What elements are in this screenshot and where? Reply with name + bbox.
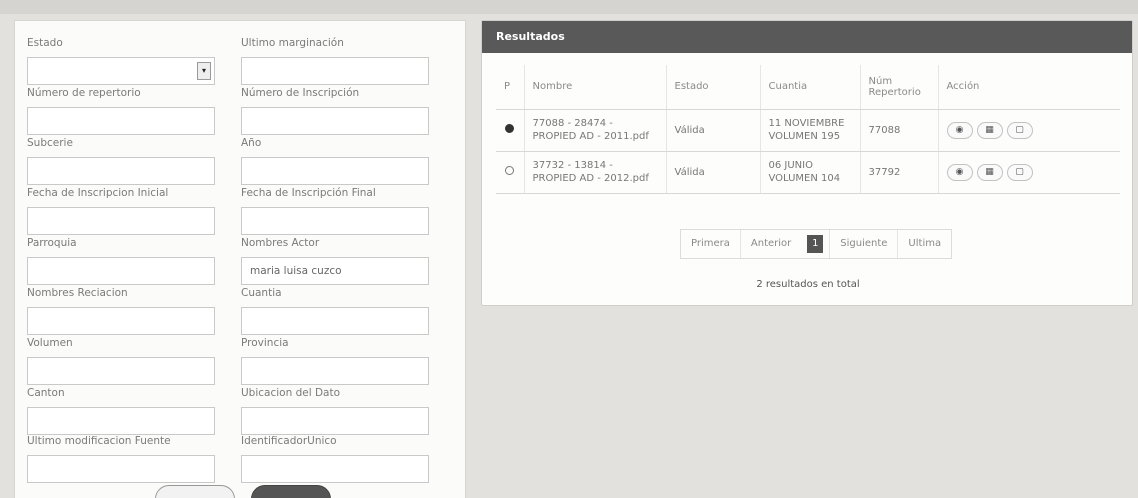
parroquia-input[interactable] [27,257,215,285]
estado-label: Estado [27,37,63,49]
fecha-inicial-label: Fecha de Inscripcion Inicial [27,187,169,199]
document-icon[interactable]: ▢ [1006,163,1033,181]
anio-field: Año [241,135,429,185]
fecha-final-label: Fecha de Inscripción Final [241,187,376,199]
row-radio[interactable] [505,165,515,175]
top-strip [0,0,1138,14]
results-total: 2 resultados en total [756,279,860,290]
fecha-final-field: Fecha de Inscripción Final [241,185,429,235]
ultimo-marginacion-label: Ultimo marginación [241,37,344,49]
results-panel: Resultados P Nombre Estado Cuantia Núm R… [481,20,1133,306]
fecha-inicial-field: Fecha de Inscripcion Inicial [27,185,215,235]
volumen-label: Volumen [27,337,73,349]
calendar-icon[interactable]: ▦ [976,121,1003,139]
numero-repertorio-field: Número de repertorio [27,85,215,135]
row-actions: ◉ ▦ ▢ [937,151,1120,194]
subcerie-input[interactable] [27,157,215,185]
search-form-panel: Estado ▾ Ultimo marginación Número de re… [14,20,466,498]
volumen-field: Volumen [27,335,215,385]
canton-input[interactable] [27,407,215,435]
results-table: P Nombre Estado Cuantia Núm Repertorio A… [496,65,1120,194]
ultimo-modificacion-input[interactable] [27,455,215,483]
ubicacion-dato-label: Ubicacion del Dato [241,387,341,399]
row-estado: Válida [665,151,760,194]
identificador-unico-field: IdentificadorUnico [241,433,429,483]
numero-inscripcion-input[interactable] [241,107,429,135]
calendar-icon[interactable]: ▦ [976,163,1003,181]
estado-select[interactable]: ▾ [27,57,215,85]
canton-label: Canton [27,387,65,399]
row-actions: ◉ ▦ ▢ [937,109,1120,152]
provincia-label: Provincia [241,337,289,349]
search-button[interactable] [251,485,331,498]
row-radio[interactable] [505,123,515,133]
pagination-next[interactable]: Siguiente [829,230,897,258]
nombres-reciacion-input[interactable] [27,307,215,335]
cuantia-input[interactable] [241,307,429,335]
nombres-reciacion-field: Nombres Reciacion [27,285,215,335]
table-row[interactable]: 37732 - 13814 - PROPIED AD - 2012.pdf Vá… [496,151,1120,194]
row-cuantia: 11 NOVIEMBRE VOLUMEN 195 [759,109,860,152]
table-row[interactable]: 77088 - 28474 - PROPIED AD - 2011.pdf Vá… [496,109,1120,152]
provincia-input[interactable] [241,357,429,385]
pagination-current[interactable]: 1 [807,235,824,253]
ultimo-marginacion-field: Ultimo marginación [241,35,429,85]
anio-label: Año [241,137,262,149]
ubicacion-dato-input[interactable] [241,407,429,435]
volumen-input[interactable] [27,357,215,385]
row-nombre: 37732 - 13814 - PROPIED AD - 2012.pdf [523,151,666,194]
ubicacion-dato-field: Ubicacion del Dato [241,385,429,435]
fecha-inicial-input[interactable] [27,207,215,235]
fecha-final-input[interactable] [241,207,429,235]
eye-icon[interactable]: ◉ [946,121,973,139]
provincia-field: Provincia [241,335,429,385]
clear-button[interactable] [155,485,235,498]
parroquia-label: Parroquia [27,237,77,249]
pagination-prev[interactable]: Anterior [739,230,801,258]
column-header-cuantia: Cuantia [759,65,860,110]
nombres-actor-field: Nombres Actor maria luisa cuzco [241,235,429,285]
eye-icon[interactable]: ◉ [946,163,973,181]
cuantia-field: Cuantia [241,285,429,335]
row-cuantia: 06 JUNIO VOLUMEN 104 [759,151,860,194]
pagination-first[interactable]: Primera [681,230,740,258]
column-header-repertorio: Núm Repertorio [859,65,938,110]
chevron-down-icon[interactable]: ▾ [197,62,211,80]
row-estado: Válida [665,109,760,152]
ultimo-marginacion-input[interactable] [241,57,429,85]
document-icon[interactable]: ▢ [1006,121,1033,139]
canton-field: Canton [27,385,215,435]
numero-repertorio-input[interactable] [27,107,215,135]
row-repertorio: 37792 [859,151,938,194]
anio-input[interactable] [241,157,429,185]
table-header-row: P Nombre Estado Cuantia Núm Repertorio A… [496,65,1120,110]
numero-repertorio-label: Número de repertorio [27,87,141,99]
nombres-actor-input[interactable]: maria luisa cuzco [241,257,429,285]
identificador-unico-input[interactable] [241,455,429,483]
identificador-unico-label: IdentificadorUnico [241,435,337,447]
ultimo-modificacion-label: Ultimo modificacion Fuente [27,435,171,447]
column-header-p: P [496,65,524,110]
column-header-estado: Estado [665,65,760,110]
cuantia-label: Cuantia [241,287,282,299]
column-header-accion: Acción [937,65,1120,110]
nombres-actor-label: Nombres Actor [241,237,320,249]
nombres-reciacion-label: Nombres Reciacion [27,287,128,299]
pagination: Primera Anterior 1 Siguiente Ultima [680,229,953,259]
row-select-cell [496,151,524,194]
pagination-last[interactable]: Ultima [897,230,951,258]
numero-inscripcion-field: Número de Inscripción [241,85,429,135]
row-select-cell [496,109,524,152]
subcerie-field: Subcerie [27,135,215,185]
estado-field: Estado ▾ [27,35,215,85]
subcerie-label: Subcerie [27,137,73,149]
row-nombre: 77088 - 28474 - PROPIED AD - 2011.pdf [523,109,666,152]
parroquia-field: Parroquia [27,235,215,285]
column-header-nombre: Nombre [523,65,666,110]
results-title: Resultados [482,21,1132,53]
numero-inscripcion-label: Número de Inscripción [241,87,360,99]
row-repertorio: 77088 [859,109,938,152]
ultimo-modificacion-field: Ultimo modificacion Fuente [27,433,215,483]
